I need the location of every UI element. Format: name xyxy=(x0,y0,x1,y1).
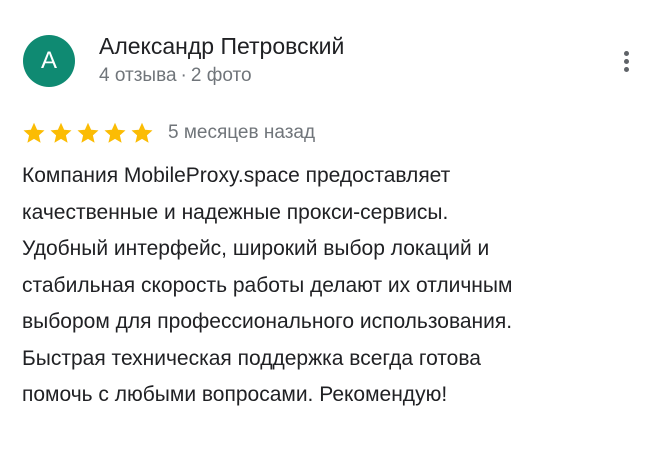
author-meta: 4 отзыва · 2 фото xyxy=(99,63,252,89)
review-text-line: Быстрая техническая поддержка всегда гот… xyxy=(22,346,481,370)
rating-row: 5 месяцев назад xyxy=(22,119,315,147)
star-icon xyxy=(50,122,72,143)
review-date: 5 месяцев назад xyxy=(168,122,316,143)
star-icon xyxy=(131,122,153,143)
star-icon xyxy=(77,122,99,143)
review-text-line: Компания MobileProxy.space предоставляет xyxy=(22,164,451,187)
photos-count: 2 фото xyxy=(190,65,252,86)
reviews-count: 4 отзыва xyxy=(99,65,177,86)
review-text-line: Удобный интерфейс, широкий выбор локаций… xyxy=(22,237,490,260)
review-text-line: стабильная скорость работы делают их отл… xyxy=(22,273,513,297)
avatar[interactable]: A xyxy=(23,35,75,87)
review-text-line: качественные и надежные прокси-сервисы. xyxy=(22,200,449,224)
star-rating xyxy=(22,121,154,145)
author-name[interactable]: Александр Петровский xyxy=(99,31,344,61)
meta-separator: · xyxy=(180,65,187,86)
more-vertical-icon xyxy=(623,50,629,72)
review-text: Компания MobileProxy.space предоставляет… xyxy=(22,158,642,414)
star-icon xyxy=(23,122,45,143)
review-text-line: выбором для профессионального использова… xyxy=(22,310,513,333)
review-card: A Александр Петровский 4 отзыва · 2 фото 5… xyxy=(0,0,660,454)
star-icon xyxy=(104,122,126,143)
avatar-letter: A xyxy=(40,47,57,74)
review-text-line: помочь с любыми вопросами. Рекомендую! xyxy=(22,383,448,406)
more-options-button[interactable] xyxy=(612,44,640,78)
